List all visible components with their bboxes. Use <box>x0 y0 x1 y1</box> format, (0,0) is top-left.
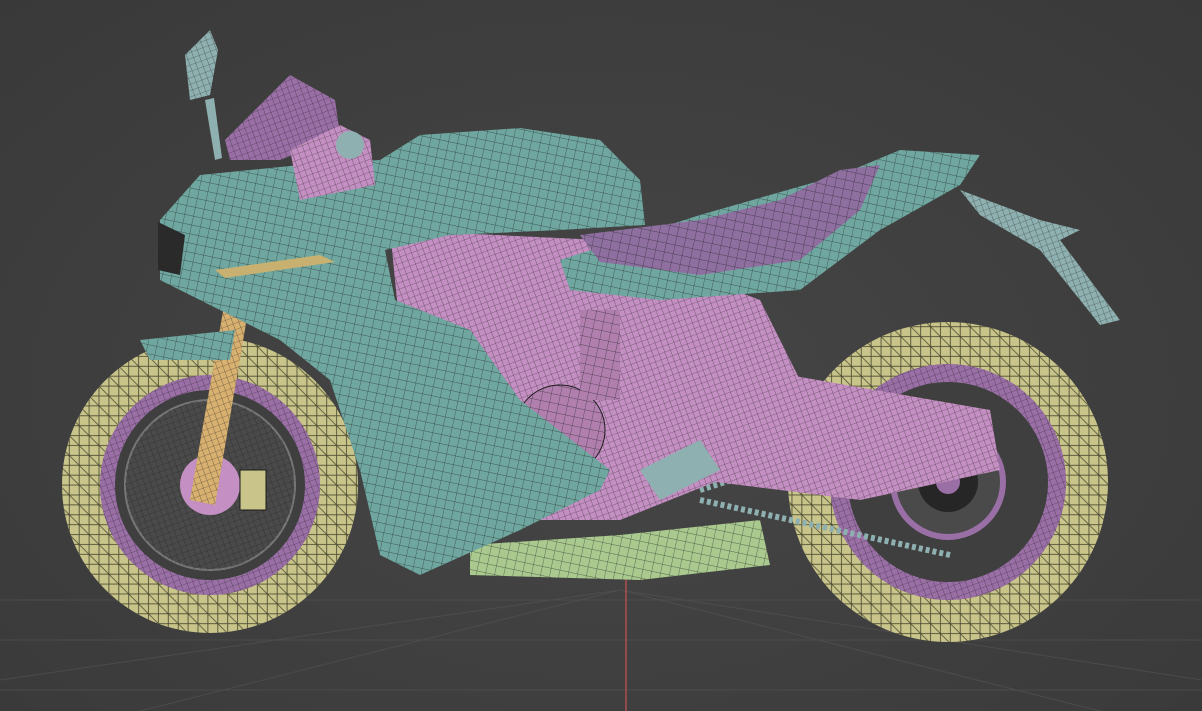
mirror <box>185 30 222 160</box>
scene <box>0 30 1202 711</box>
3d-viewport[interactable] <box>0 0 1202 711</box>
brake-caliper <box>239 469 267 511</box>
